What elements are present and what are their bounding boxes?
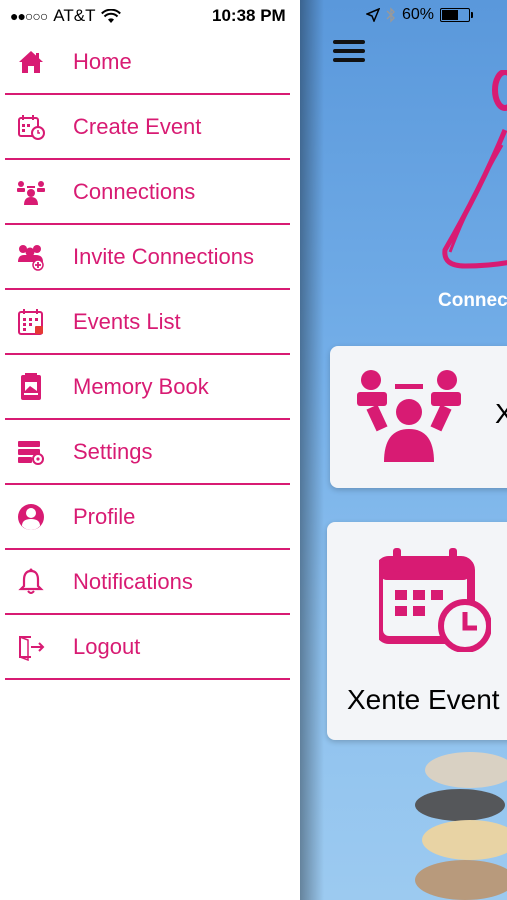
menu-item-label: Notifications	[73, 568, 193, 594]
menu-item-home[interactable]: Home	[5, 30, 290, 95]
menu-item-label: Invite Connections	[73, 243, 254, 269]
menu-item-logout[interactable]: Logout	[5, 615, 290, 680]
bluetooth-icon	[386, 7, 395, 23]
menu-item-notifications[interactable]: Notifications	[5, 550, 290, 615]
status-right: 60%	[366, 6, 474, 24]
profile-icon	[16, 502, 46, 532]
menu-item-label: Memory Book	[73, 373, 209, 399]
menu-item-label: Home	[73, 48, 132, 74]
connections-card[interactable]: X	[330, 346, 507, 488]
logout-icon	[16, 632, 46, 662]
bell-icon	[16, 567, 46, 597]
carrier-label: AT&T	[53, 6, 96, 25]
menu-item-memory-book[interactable]: Memory Book	[5, 355, 290, 420]
calendar-clock-icon	[379, 548, 491, 652]
menu-item-invite-connections[interactable]: Invite Connections	[5, 225, 290, 290]
signal-strength-icon: ●●○○○	[10, 8, 48, 24]
invite-icon	[16, 242, 46, 272]
menu-item-settings[interactable]: Settings	[5, 420, 290, 485]
app-logo	[442, 70, 507, 269]
hamburger-menu-button[interactable]	[333, 40, 365, 64]
status-left: ●●○○○ AT&T	[10, 6, 122, 26]
menu-item-label: Events List	[73, 308, 181, 334]
connections-card-icon	[357, 370, 461, 462]
clock: 10:38 PM	[212, 6, 286, 25]
menu-item-label: Connections	[73, 178, 196, 204]
events-card[interactable]: Xente Event	[327, 522, 507, 740]
settings-icon	[16, 437, 46, 467]
stacked-rocks-image	[415, 752, 507, 900]
menu-item-label: Logout	[73, 633, 141, 659]
events-list-icon	[16, 307, 46, 337]
status-bar: ●●○○○ AT&T 10:38 PM 60%	[0, 0, 507, 34]
battery-percent: 60%	[402, 6, 435, 23]
card-title: Xente Event	[347, 684, 500, 715]
memory-book-icon	[16, 372, 46, 402]
calendar-clock-icon	[16, 112, 46, 142]
menu-item-create-event[interactable]: Create Event	[5, 95, 290, 160]
menu-item-profile[interactable]: Profile	[5, 485, 290, 550]
menu-item-label: Create Event	[73, 113, 202, 139]
connections-icon	[16, 177, 46, 207]
menu-item-label: Profile	[73, 503, 136, 529]
menu-item-events-list[interactable]: Events List	[5, 290, 290, 355]
menu-item-connections[interactable]: Connections	[5, 160, 290, 225]
wifi-icon	[101, 8, 122, 23]
logo-text: Connec	[438, 290, 507, 311]
battery-icon	[440, 8, 474, 22]
menu-item-label: Settings	[73, 438, 153, 464]
location-arrow-icon	[366, 8, 380, 22]
drawer-shadow	[300, 0, 324, 900]
navigation-drawer: Home Create Event Connections Invite Con…	[0, 30, 300, 900]
card-title: X	[495, 398, 507, 429]
app-content: Connec X Xente Event	[300, 0, 507, 900]
home-icon	[16, 47, 46, 77]
